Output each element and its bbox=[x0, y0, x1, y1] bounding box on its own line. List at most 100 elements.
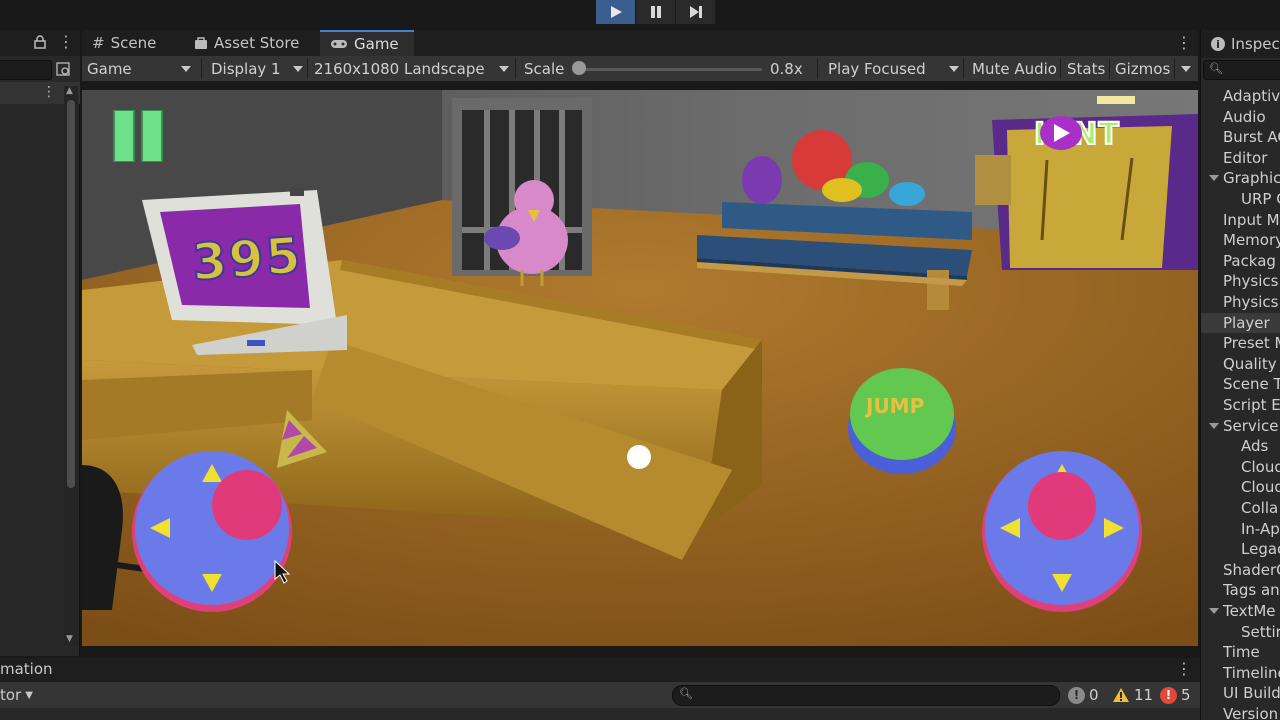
settings-item-label: Player bbox=[1223, 313, 1270, 332]
tab-asset-store[interactable]: Asset Store bbox=[184, 30, 309, 56]
play-button[interactable] bbox=[596, 0, 636, 24]
gizmos-label: Gizmos bbox=[1115, 60, 1171, 78]
pause-icon bbox=[650, 6, 661, 18]
game-viewport[interactable]: 395 HINT JUMP bbox=[82, 90, 1198, 646]
mute-audio-label: Mute Audio bbox=[972, 60, 1057, 78]
settings-item[interactable]: Script E bbox=[1201, 395, 1280, 415]
settings-item[interactable]: Physics bbox=[1201, 271, 1280, 291]
settings-item[interactable]: Audio bbox=[1201, 107, 1280, 127]
settings-item[interactable]: Editor bbox=[1201, 148, 1280, 168]
mute-audio-toggle[interactable]: Mute Audio bbox=[972, 56, 1057, 82]
display-dropdown[interactable]: Display 1 bbox=[211, 56, 301, 82]
settings-item[interactable]: Settir bbox=[1201, 622, 1280, 642]
console-search-input[interactable]: 🔍︎ bbox=[672, 685, 1060, 706]
stats-toggle[interactable]: Stats bbox=[1067, 56, 1105, 82]
settings-item[interactable]: Scene T bbox=[1201, 374, 1280, 394]
scale-label-text: Scale bbox=[524, 60, 565, 78]
resolution-dropdown[interactable]: 2160x1080 Landscape bbox=[314, 56, 514, 82]
settings-search-input[interactable]: 🔍︎ bbox=[1203, 60, 1280, 80]
settings-item[interactable]: Time bbox=[1201, 642, 1280, 662]
settings-item[interactable]: Quality bbox=[1201, 354, 1280, 374]
scroll-down-icon[interactable]: ▼ bbox=[66, 634, 73, 644]
chevron-down-icon bbox=[181, 66, 191, 72]
chevron-down-icon bbox=[499, 66, 509, 72]
warning-count-toggle[interactable]: 11 bbox=[1112, 684, 1153, 706]
gizmos-toggle[interactable]: Gizmos bbox=[1115, 56, 1170, 82]
settings-item[interactable]: Graphic bbox=[1201, 168, 1280, 188]
settings-item[interactable]: Cloud bbox=[1201, 477, 1280, 497]
settings-item-label: Script E bbox=[1223, 396, 1280, 414]
resolution-label: 2160x1080 Landscape bbox=[314, 60, 485, 78]
gizmos-dropdown-icon[interactable] bbox=[1181, 66, 1191, 72]
settings-item-label: Timeline bbox=[1223, 663, 1280, 682]
chevron-down-icon[interactable] bbox=[1209, 422, 1219, 429]
settings-item[interactable]: Memory bbox=[1201, 230, 1280, 250]
pause-game-button[interactable] bbox=[112, 110, 164, 162]
log-count-toggle[interactable]: ! 0 bbox=[1068, 684, 1099, 706]
settings-item[interactable]: Version bbox=[1201, 704, 1280, 720]
settings-item[interactable]: Ads bbox=[1201, 436, 1280, 456]
play-video-icon bbox=[1040, 116, 1082, 150]
scale-slider-track[interactable] bbox=[578, 68, 762, 71]
settings-item-label: Colla bbox=[1241, 499, 1279, 517]
settings-item-label: Scene T bbox=[1223, 375, 1280, 394]
tab-game[interactable]: Game bbox=[320, 30, 414, 56]
chevron-down-icon[interactable] bbox=[1209, 175, 1219, 182]
settings-item[interactable]: Packag bbox=[1201, 251, 1280, 271]
settings-item[interactable]: Colla bbox=[1201, 498, 1280, 518]
camera-joystick[interactable] bbox=[980, 450, 1144, 614]
settings-item[interactable]: Input Ma bbox=[1201, 210, 1280, 230]
chevron-down-icon[interactable] bbox=[1209, 608, 1219, 614]
main-toolbar bbox=[0, 0, 1280, 28]
play-mode-label: Play Focused bbox=[828, 60, 926, 78]
settings-item[interactable]: Legac bbox=[1201, 539, 1280, 559]
separator bbox=[515, 59, 516, 79]
hint-button[interactable]: HINT bbox=[1033, 116, 1176, 153]
settings-item[interactable]: Timeline bbox=[1201, 663, 1280, 683]
hierarchy-scrollbar[interactable]: ▲ ▼ bbox=[64, 86, 78, 646]
settings-item[interactable]: In-Ap bbox=[1201, 519, 1280, 539]
settings-item-label: Input Ma bbox=[1223, 210, 1280, 229]
separator bbox=[1109, 59, 1110, 79]
info-log-icon: ! bbox=[1068, 686, 1085, 704]
tab-asset-store-label: Asset Store bbox=[214, 34, 300, 52]
animator-dropdown[interactable]: tor ▼ bbox=[0, 685, 33, 705]
play-mode-dropdown[interactable]: Play Focused bbox=[828, 56, 958, 82]
hierarchy-menu-icon[interactable]: ⋮ bbox=[58, 34, 74, 50]
view-menu-icon[interactable]: ⋮ bbox=[1176, 35, 1192, 51]
settings-item[interactable]: UI Build bbox=[1201, 683, 1280, 703]
settings-item-label: Ads bbox=[1241, 437, 1269, 456]
inspector-tab[interactable]: i Inspec bbox=[1201, 30, 1280, 58]
scrollbar-thumb[interactable] bbox=[67, 100, 75, 488]
step-button[interactable] bbox=[676, 0, 716, 24]
pause-button[interactable] bbox=[636, 0, 676, 24]
lock-icon[interactable] bbox=[34, 35, 46, 49]
scale-slider-handle[interactable] bbox=[572, 61, 586, 75]
settings-item-label: Adaptiv bbox=[1223, 87, 1280, 105]
settings-item-label: URP G bbox=[1241, 190, 1280, 208]
log-count: 0 bbox=[1089, 686, 1099, 704]
move-joystick[interactable] bbox=[130, 450, 294, 614]
tab-animation[interactable]: mation bbox=[0, 660, 53, 678]
settings-item[interactable]: Adaptiv bbox=[1201, 86, 1280, 106]
error-count-toggle[interactable]: ! 5 bbox=[1160, 684, 1191, 706]
settings-item[interactable]: Preset M bbox=[1201, 333, 1280, 353]
jump-button[interactable]: JUMP bbox=[847, 366, 957, 476]
settings-item[interactable]: Physics bbox=[1201, 292, 1280, 312]
settings-item[interactable]: URP G bbox=[1201, 189, 1280, 209]
settings-item-label: Graphic bbox=[1223, 169, 1280, 188]
hierarchy-search-input[interactable] bbox=[0, 60, 52, 80]
tab-scene[interactable]: # Scene bbox=[82, 30, 166, 56]
settings-item[interactable]: Tags an bbox=[1201, 580, 1280, 600]
hierarchy-tabstrip: ⋮ bbox=[0, 30, 80, 56]
bottom-menu-icon[interactable]: ⋮ bbox=[1176, 661, 1192, 677]
settings-item[interactable]: ShaderG bbox=[1201, 560, 1280, 580]
scene-row-menu-icon[interactable]: ⋮ bbox=[42, 85, 56, 99]
settings-item[interactable]: TextMe bbox=[1201, 601, 1280, 621]
settings-item[interactable]: Player bbox=[1201, 312, 1280, 333]
settings-item[interactable]: Service bbox=[1201, 416, 1280, 436]
search-scope-icon[interactable] bbox=[56, 62, 72, 78]
settings-item[interactable]: Cloud bbox=[1201, 457, 1280, 477]
settings-item[interactable]: Burst AC bbox=[1201, 127, 1280, 147]
scroll-up-icon[interactable]: ▲ bbox=[66, 86, 73, 96]
